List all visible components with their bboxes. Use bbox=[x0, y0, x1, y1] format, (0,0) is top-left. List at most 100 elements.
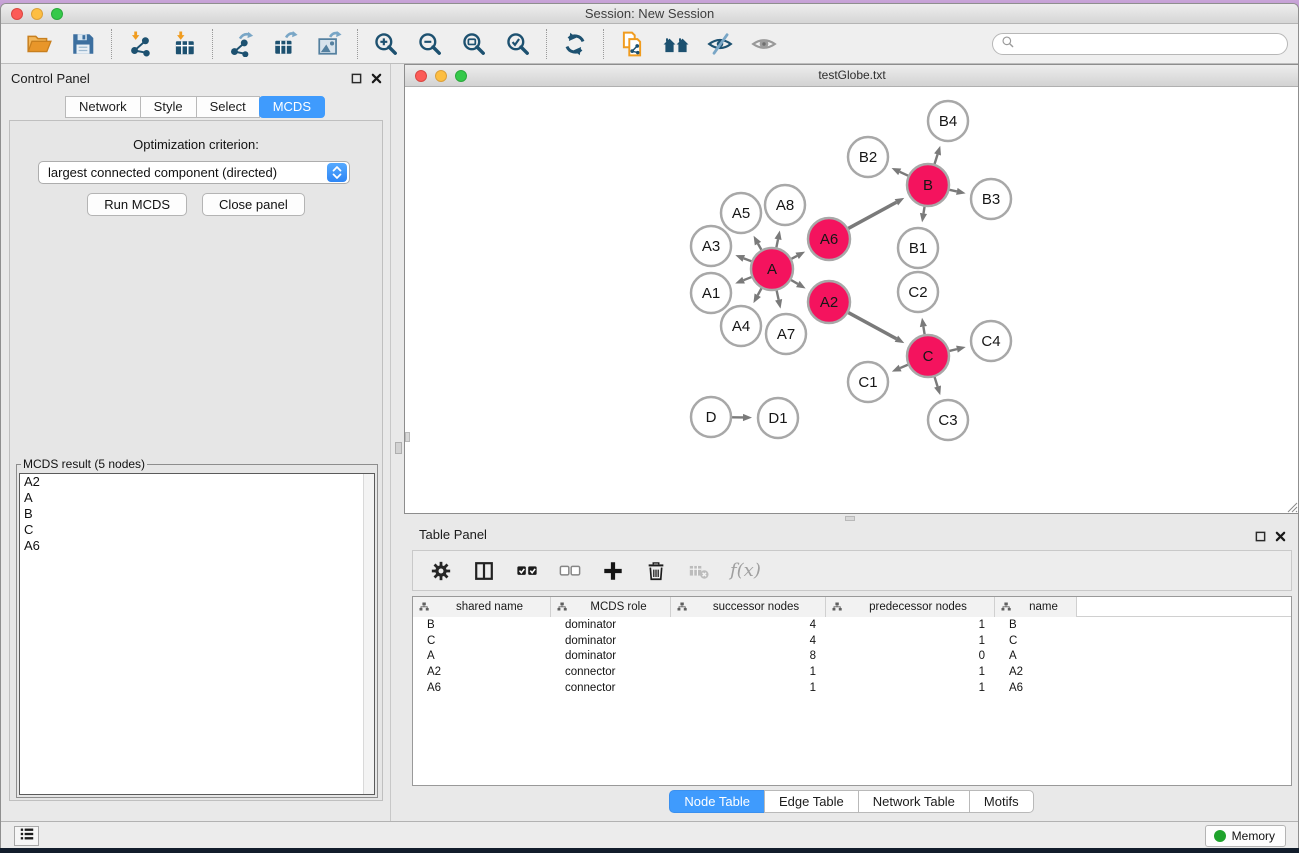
graph-edge-A-A7[interactable] bbox=[777, 291, 779, 300]
show-graphics-icon[interactable] bbox=[750, 30, 778, 58]
function-builder-button: f(x) bbox=[730, 560, 761, 581]
table-panel-header: Table Panel bbox=[404, 522, 1299, 548]
column-type-icon bbox=[419, 602, 439, 612]
column-header-MCDS-role[interactable]: MCDS role bbox=[551, 597, 671, 617]
tab-motifs[interactable]: Motifs bbox=[969, 790, 1034, 813]
graph-edge-A6-B[interactable] bbox=[848, 202, 896, 228]
close-table-panel-icon[interactable] bbox=[1275, 529, 1286, 547]
column-header-shared-name[interactable]: shared name bbox=[413, 597, 551, 617]
graph-edge-A-A2[interactable] bbox=[791, 280, 798, 284]
table-row[interactable]: A6connector11A6 bbox=[413, 680, 1291, 696]
tab-node-table[interactable]: Node Table bbox=[669, 790, 765, 813]
import-table-icon[interactable] bbox=[170, 30, 198, 58]
network-resize-grip[interactable] bbox=[1286, 500, 1298, 512]
export-network-icon[interactable] bbox=[227, 30, 255, 58]
network-window-titlebar[interactable]: testGlobe.txt bbox=[405, 65, 1299, 87]
delete-column-icon[interactable] bbox=[644, 559, 668, 583]
export-image-icon[interactable] bbox=[315, 30, 343, 58]
zoom-in-icon[interactable] bbox=[372, 30, 400, 58]
tab-select[interactable]: Select bbox=[196, 96, 260, 118]
graph-edge-C-C1[interactable] bbox=[900, 365, 908, 368]
column-header-successor-nodes[interactable]: successor nodes bbox=[671, 597, 826, 617]
network-canvas[interactable]: B4B2BB3A8A5A6A3B1AC2A1A2A4A7C4CC1DD1C3 bbox=[405, 87, 1299, 513]
graph-edge-B-B1[interactable] bbox=[923, 207, 924, 214]
graph-edge-arrowhead bbox=[735, 277, 745, 284]
graph-edge-A-A6[interactable] bbox=[791, 256, 797, 259]
export-table-icon[interactable] bbox=[271, 30, 299, 58]
zoom-fit-icon[interactable] bbox=[460, 30, 488, 58]
memory-button[interactable]: Memory bbox=[1205, 825, 1286, 847]
table-cell: 0 bbox=[826, 650, 995, 662]
graph-edge-B-B4[interactable] bbox=[935, 154, 938, 164]
network-overview-icon[interactable] bbox=[662, 30, 690, 58]
table-row[interactable]: Cdominator41C bbox=[413, 633, 1291, 649]
table-cell: A2 bbox=[413, 666, 551, 678]
column-header-name[interactable]: name bbox=[995, 597, 1077, 617]
table-panel-tabs: Node TableEdge TableNetwork TableMotifs bbox=[404, 790, 1299, 813]
import-network-icon[interactable] bbox=[126, 30, 154, 58]
float-panel-icon[interactable] bbox=[351, 71, 362, 89]
float-table-panel-icon[interactable] bbox=[1255, 529, 1266, 547]
create-column-icon[interactable] bbox=[601, 559, 625, 583]
zoom-out-icon[interactable] bbox=[416, 30, 444, 58]
table-row[interactable]: Bdominator41B bbox=[413, 617, 1291, 633]
graph-edge-B-B2[interactable] bbox=[900, 172, 908, 176]
run-mcds-button[interactable]: Run MCDS bbox=[87, 193, 187, 216]
result-item[interactable]: B bbox=[20, 506, 374, 522]
tab-edge-table[interactable]: Edge Table bbox=[764, 790, 859, 813]
graph-edge-C-C2[interactable] bbox=[923, 327, 924, 335]
memory-status-icon bbox=[1214, 830, 1226, 842]
table-row[interactable]: Adominator80A bbox=[413, 649, 1291, 665]
panel-divider-grip[interactable] bbox=[395, 442, 402, 454]
control-panel-header: Control Panel bbox=[1, 64, 390, 92]
close-panel-icon[interactable] bbox=[371, 71, 382, 89]
search-box[interactable] bbox=[992, 33, 1288, 55]
network-hscroll-hint[interactable] bbox=[845, 516, 855, 521]
table-settings-gear-icon[interactable] bbox=[429, 559, 453, 583]
graph-edge-A-A1[interactable] bbox=[744, 277, 752, 280]
graph-edge-A2-C[interactable] bbox=[848, 313, 896, 339]
graph-edge-B-B3[interactable] bbox=[949, 190, 956, 192]
graph-edge-A-A3[interactable] bbox=[744, 258, 752, 261]
graph-edge-arrowhead bbox=[934, 146, 941, 156]
table-row[interactable]: A2connector11A2 bbox=[413, 664, 1291, 680]
table-cell: B bbox=[413, 619, 551, 631]
optimization-criterion-select[interactable]: largest connected component (directed) bbox=[38, 161, 350, 184]
column-header-predecessor-nodes[interactable]: predecessor nodes bbox=[826, 597, 995, 617]
search-input[interactable] bbox=[1020, 35, 1287, 53]
open-file-icon[interactable] bbox=[25, 30, 53, 58]
graph-edge-A-A8[interactable] bbox=[776, 239, 778, 247]
mcds-result-list[interactable]: A2ABCA6 bbox=[19, 473, 375, 795]
show-panels-list-button[interactable] bbox=[14, 826, 39, 846]
tab-mcds[interactable]: MCDS bbox=[259, 96, 325, 118]
refresh-icon[interactable] bbox=[561, 30, 589, 58]
graph-node-label: A8 bbox=[776, 197, 794, 214]
graph-edge-arrowhead bbox=[892, 365, 902, 372]
tab-network[interactable]: Network bbox=[65, 96, 141, 118]
result-item[interactable]: C bbox=[20, 522, 374, 538]
graph-edge-A-A4[interactable] bbox=[758, 288, 762, 295]
result-item[interactable]: A2 bbox=[20, 474, 374, 490]
tab-style[interactable]: Style bbox=[140, 96, 197, 118]
toggle-columns-icon[interactable] bbox=[472, 559, 496, 583]
hide-graphics-icon[interactable] bbox=[706, 30, 734, 58]
select-stepper-icon bbox=[327, 163, 347, 182]
deselect-all-icon[interactable] bbox=[558, 559, 582, 583]
result-item[interactable]: A bbox=[20, 490, 374, 506]
close-panel-button[interactable]: Close panel bbox=[202, 193, 305, 216]
network-vscroll-hint[interactable] bbox=[405, 432, 410, 442]
result-item[interactable]: A6 bbox=[20, 538, 374, 554]
graph-edge-arrowhead bbox=[892, 168, 902, 175]
graph-edge-C-C3[interactable] bbox=[935, 377, 938, 387]
new-session-icon[interactable] bbox=[618, 30, 646, 58]
toolbar-group bbox=[213, 30, 357, 58]
tab-network-table[interactable]: Network Table bbox=[858, 790, 970, 813]
graph-node-label: A4 bbox=[732, 318, 750, 335]
result-list-scrollbar[interactable] bbox=[363, 474, 374, 794]
graph-edge-C-C4[interactable] bbox=[949, 349, 957, 351]
graph-edge-A-A5[interactable] bbox=[758, 244, 761, 250]
select-all-icon[interactable] bbox=[515, 559, 539, 583]
window-titlebar[interactable]: Session: New Session bbox=[1, 4, 1298, 24]
save-session-icon[interactable] bbox=[69, 30, 97, 58]
zoom-selected-icon[interactable] bbox=[504, 30, 532, 58]
